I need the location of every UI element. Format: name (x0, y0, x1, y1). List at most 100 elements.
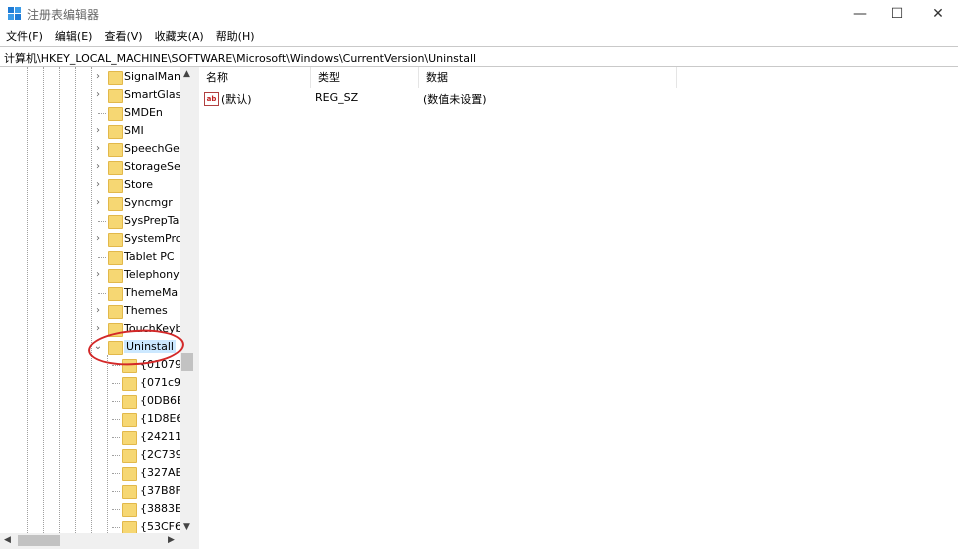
maximize-button[interactable]: ☐ (877, 0, 917, 28)
folder-icon (108, 197, 123, 211)
tree-item-label: ThemeMa (124, 286, 179, 299)
tree-horizontal-scrollbar[interactable]: ◀ ▶ (0, 533, 194, 549)
scroll-left-icon[interactable]: ◀ (4, 535, 11, 545)
tree-item[interactable]: › SystemPro (0, 230, 194, 248)
tree-item[interactable]: SysPrepTa (0, 212, 194, 230)
tree-connector (112, 491, 120, 492)
tree-connector (112, 383, 120, 384)
scroll-thumb[interactable] (181, 353, 193, 371)
minimize-button[interactable]: — (840, 0, 880, 28)
tree-item[interactable]: ThemeMa (0, 284, 194, 302)
tree-subitem[interactable]: {071c9b (0, 374, 194, 392)
scroll-thumb-horizontal[interactable] (18, 535, 60, 546)
tree-item-label: Telephony (124, 268, 180, 281)
tree-item-label: SystemPro (124, 232, 183, 245)
menu-favorites[interactable]: 收藏夹(A) (149, 28, 210, 46)
tree-subitem[interactable]: {37B8F (0, 482, 194, 500)
scroll-down-icon[interactable]: ▼ (183, 522, 190, 532)
title-bar: 注册表编辑器 — ☐ ✕ (0, 0, 960, 28)
tree-vertical-scrollbar[interactable]: ▲ ▼ (180, 67, 194, 537)
folder-icon (122, 395, 137, 409)
values-list[interactable]: 名称 类型 数据 ab (默认) REG_SZ (数值未设置) (199, 67, 960, 549)
tree-subitem[interactable]: {1D8E6 (0, 410, 194, 428)
tree-item-label: SMI (124, 124, 144, 137)
chevron-right-icon[interactable]: › (93, 176, 103, 194)
tree-item[interactable]: › SMI (0, 122, 194, 140)
chevron-right-icon[interactable]: › (93, 302, 103, 320)
tree-item[interactable]: › StorageSe (0, 158, 194, 176)
address-bar[interactable]: 计算机\HKEY_LOCAL_MACHINE\SOFTWARE\Microsof… (0, 46, 958, 67)
column-name[interactable]: 名称 (199, 67, 311, 88)
column-type[interactable]: 类型 (311, 67, 419, 88)
chevron-right-icon[interactable]: › (93, 122, 103, 140)
tree-item[interactable]: SMDEn (0, 104, 194, 122)
tree-item-label: SignalMan (124, 70, 181, 83)
chevron-right-icon[interactable]: › (93, 266, 103, 284)
tree-subitem[interactable]: {3883EE (0, 500, 194, 518)
folder-icon (108, 89, 123, 103)
folder-icon (122, 467, 137, 481)
column-data[interactable]: 数据 (419, 67, 677, 88)
list-row[interactable]: ab (默认) REG_SZ (数值未设置) (199, 89, 960, 109)
tree-subitem[interactable]: {2C7398 (0, 446, 194, 464)
chevron-right-icon[interactable]: › (93, 140, 103, 158)
tree-item-label: SysPrepTa (124, 214, 180, 227)
folder-icon (108, 305, 123, 319)
chevron-right-icon[interactable]: › (93, 230, 103, 248)
folder-icon (108, 143, 123, 157)
folder-icon (108, 269, 123, 283)
tree-subitem[interactable]: {0DB6E (0, 392, 194, 410)
menu-edit[interactable]: 编辑(E) (49, 28, 99, 46)
address-path[interactable]: 计算机\HKEY_LOCAL_MACHINE\SOFTWARE\Microsof… (4, 50, 476, 66)
tree-connector (98, 221, 106, 222)
folder-icon (122, 413, 137, 427)
scroll-up-icon[interactable]: ▲ (183, 69, 190, 79)
tree-subitem[interactable]: {327AB (0, 464, 194, 482)
folder-icon (108, 287, 123, 301)
regedit-app-icon (8, 7, 21, 20)
tree-item-label: {53CF6 (140, 520, 183, 533)
list-header: 名称 类型 数据 (199, 67, 960, 88)
tree-connector (112, 437, 120, 438)
tree-item-label: {1D8E6 (140, 412, 184, 425)
tree-item[interactable]: Tablet PC (0, 248, 194, 266)
tree-connector (112, 419, 120, 420)
key-tree[interactable]: › SignalMan › SmartGlas SMDEn › SMI › SpeechGe › S… (0, 67, 194, 537)
tree-connector (112, 401, 120, 402)
chevron-right-icon[interactable]: › (93, 158, 103, 176)
tree-guide-line (107, 355, 108, 537)
menu-file[interactable]: 文件(F) (0, 28, 49, 46)
tree-item-label: SmartGlas (124, 88, 182, 101)
chevron-right-icon[interactable]: › (93, 68, 103, 86)
tree-item[interactable]: › SmartGlas (0, 86, 194, 104)
tree-item[interactable]: › SignalMan (0, 68, 194, 86)
tree-item[interactable]: › Themes (0, 302, 194, 320)
string-value-icon: ab (204, 92, 219, 106)
tree-item-label: SMDEn (124, 106, 163, 119)
tree-item[interactable]: › Syncmgr (0, 194, 194, 212)
folder-icon (122, 503, 137, 517)
tree-item[interactable]: › SpeechGe (0, 140, 194, 158)
tree-subitem[interactable]: {242111 (0, 428, 194, 446)
tree-item-label: SpeechGe (124, 142, 180, 155)
tree-item[interactable]: › Store (0, 176, 194, 194)
close-button[interactable]: ✕ (918, 0, 958, 28)
tree-item-label: Themes (124, 304, 168, 317)
chevron-right-icon[interactable]: › (93, 86, 103, 104)
scroll-right-icon[interactable]: ▶ (168, 535, 175, 545)
folder-icon (108, 179, 123, 193)
menu-help[interactable]: 帮助(H) (210, 28, 261, 46)
folder-icon (108, 107, 123, 121)
folder-icon (108, 251, 123, 265)
menu-view[interactable]: 查看(V) (98, 28, 148, 46)
tree-item-label: StorageSe (124, 160, 181, 173)
tree-item-label: {0DB6E (140, 394, 184, 407)
tree-connector (98, 293, 106, 294)
chevron-right-icon[interactable]: › (93, 194, 103, 212)
chevron-right-icon[interactable]: › (93, 320, 103, 338)
tree-connector (98, 257, 106, 258)
folder-icon (108, 233, 123, 247)
tree-connector (112, 455, 120, 456)
tree-item[interactable]: › Telephony (0, 266, 194, 284)
tree-connector (112, 527, 120, 528)
